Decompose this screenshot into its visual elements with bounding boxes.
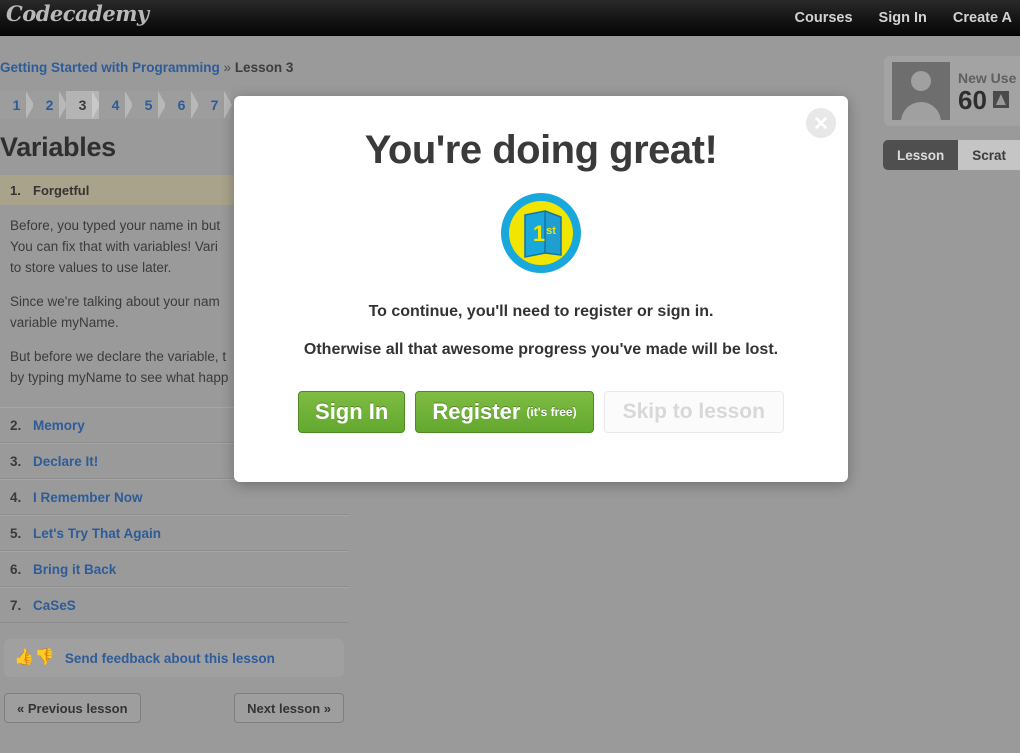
lesson-line-6: But before we declare the variable, t <box>10 349 227 364</box>
nav-links: Courses Sign In Create A <box>769 0 1020 36</box>
user-info: New Use 60 <box>958 70 1016 113</box>
send-feedback-button[interactable]: 👍 👎 Send feedback about this lesson <box>4 639 344 677</box>
content-tabs: Lesson Scrat <box>882 140 1020 170</box>
achievement-badge: 1 st <box>234 191 848 275</box>
exercise-step-nav: 1 2 3 4 5 6 7 <box>0 91 232 119</box>
tab-lesson[interactable]: Lesson <box>882 140 959 170</box>
thumbs-down-icon[interactable]: 👎 <box>35 650 55 666</box>
lesson-line-5: variable myName. <box>10 315 119 330</box>
tab-scratchpad[interactable]: Scrat <box>958 140 1020 170</box>
list-item[interactable]: 6. Bring it Back <box>0 551 348 587</box>
thumbs-up-icon[interactable]: 👍 <box>14 650 34 666</box>
breadcrumb-course-link[interactable]: Getting Started with Programming <box>0 60 220 75</box>
previous-lesson-button[interactable]: « Previous lesson <box>4 693 141 723</box>
codecademy-logo[interactable]: Codecademy <box>6 1 149 26</box>
list-item[interactable]: 7. CaSeS <box>0 587 348 623</box>
exercise-label: I Remember Now <box>33 489 143 505</box>
username-label: New Use <box>958 69 1017 86</box>
next-lesson-button[interactable]: Next lesson » <box>234 693 344 723</box>
lesson-line-7: by typing myName to see what happ <box>10 370 229 385</box>
breadcrumb: Getting Started with Programming » Lesso… <box>0 60 293 75</box>
exercise-label: Memory <box>33 417 85 433</box>
step-4[interactable]: 4 <box>99 91 133 119</box>
breadcrumb-separator: » <box>223 60 232 75</box>
step-6[interactable]: 6 <box>165 91 199 119</box>
points-value: 60 <box>958 84 987 115</box>
exercise-number: 4. <box>10 489 22 505</box>
lesson-line-2: You can fix that with variables! Vari <box>10 239 218 254</box>
points-row: 60 <box>958 87 1016 113</box>
register-label: Register <box>432 399 521 424</box>
exercise-number: 6. <box>10 561 22 577</box>
registration-modal: You're doing great! 1 st To continue, yo… <box>234 96 848 482</box>
sign-in-button[interactable]: Sign In <box>298 391 406 433</box>
lesson-line-3: to store values to use later. <box>10 260 172 275</box>
send-feedback-label: Send feedback about this lesson <box>64 650 275 666</box>
breadcrumb-lesson: Lesson 3 <box>234 60 294 75</box>
nav-link-create-account[interactable]: Create A <box>953 10 1012 26</box>
close-icon[interactable] <box>806 108 836 138</box>
exercise-label: Bring it Back <box>33 561 117 577</box>
current-exercise-label: Forgetful <box>33 182 90 198</box>
avatar <box>892 62 950 120</box>
lesson-navigation: « Previous lesson Next lesson » <box>0 693 348 725</box>
avatar-head <box>911 71 931 91</box>
exercise-number: 2. <box>10 417 22 433</box>
step-2[interactable]: 2 <box>33 91 67 119</box>
register-note: (it's free) <box>526 405 577 419</box>
step-1[interactable]: 1 <box>0 91 34 119</box>
svg-text:1: 1 <box>533 221 545 246</box>
step-5[interactable]: 5 <box>132 91 166 119</box>
list-item[interactable]: 4. I Remember Now <box>0 479 348 515</box>
skip-to-lesson-button[interactable]: Skip to lesson <box>603 391 784 433</box>
svg-text:st: st <box>546 225 556 237</box>
step-3[interactable]: 3 <box>66 91 100 119</box>
modal-actions: Sign In Register (it's free) Skip to les… <box>234 391 848 433</box>
user-panel[interactable]: New Use 60 <box>884 56 1020 126</box>
lesson-line-1: Before, you typed your name in but <box>10 218 221 233</box>
modal-title: You're doing great! <box>364 128 718 172</box>
first-lesson-badge-icon: 1 st <box>501 193 581 273</box>
exercise-label: Declare It! <box>33 453 99 469</box>
current-exercise-number: 1. <box>10 182 21 198</box>
sign-in-label: Sign In <box>315 399 389 424</box>
top-navigation-bar: Codecademy Courses Sign In Create A <box>0 0 1020 36</box>
register-button[interactable]: Register (it's free) <box>415 391 594 433</box>
modal-message-line-1: To continue, you'll need to register or … <box>368 303 714 320</box>
modal-message-line-2: Otherwise all that awesome progress you'… <box>303 341 779 358</box>
exercise-number: 3. <box>10 453 22 469</box>
exercise-label: CaSeS <box>33 597 76 613</box>
nav-link-sign-in[interactable]: Sign In <box>879 10 927 26</box>
step-7[interactable]: 7 <box>198 91 232 119</box>
exercise-label: Let's Try That Again <box>33 525 161 541</box>
page-root: Codecademy Courses Sign In Create A Gett… <box>0 0 1020 753</box>
lesson-line-4: Since we're talking about your nam <box>10 294 220 309</box>
exercise-number: 5. <box>10 525 22 541</box>
list-item[interactable]: 5. Let's Try That Again <box>0 515 348 551</box>
exercise-number: 7. <box>10 597 22 613</box>
avatar-shoulders <box>901 102 941 120</box>
badge-icon <box>992 91 1009 108</box>
nav-link-courses[interactable]: Courses <box>795 10 853 26</box>
